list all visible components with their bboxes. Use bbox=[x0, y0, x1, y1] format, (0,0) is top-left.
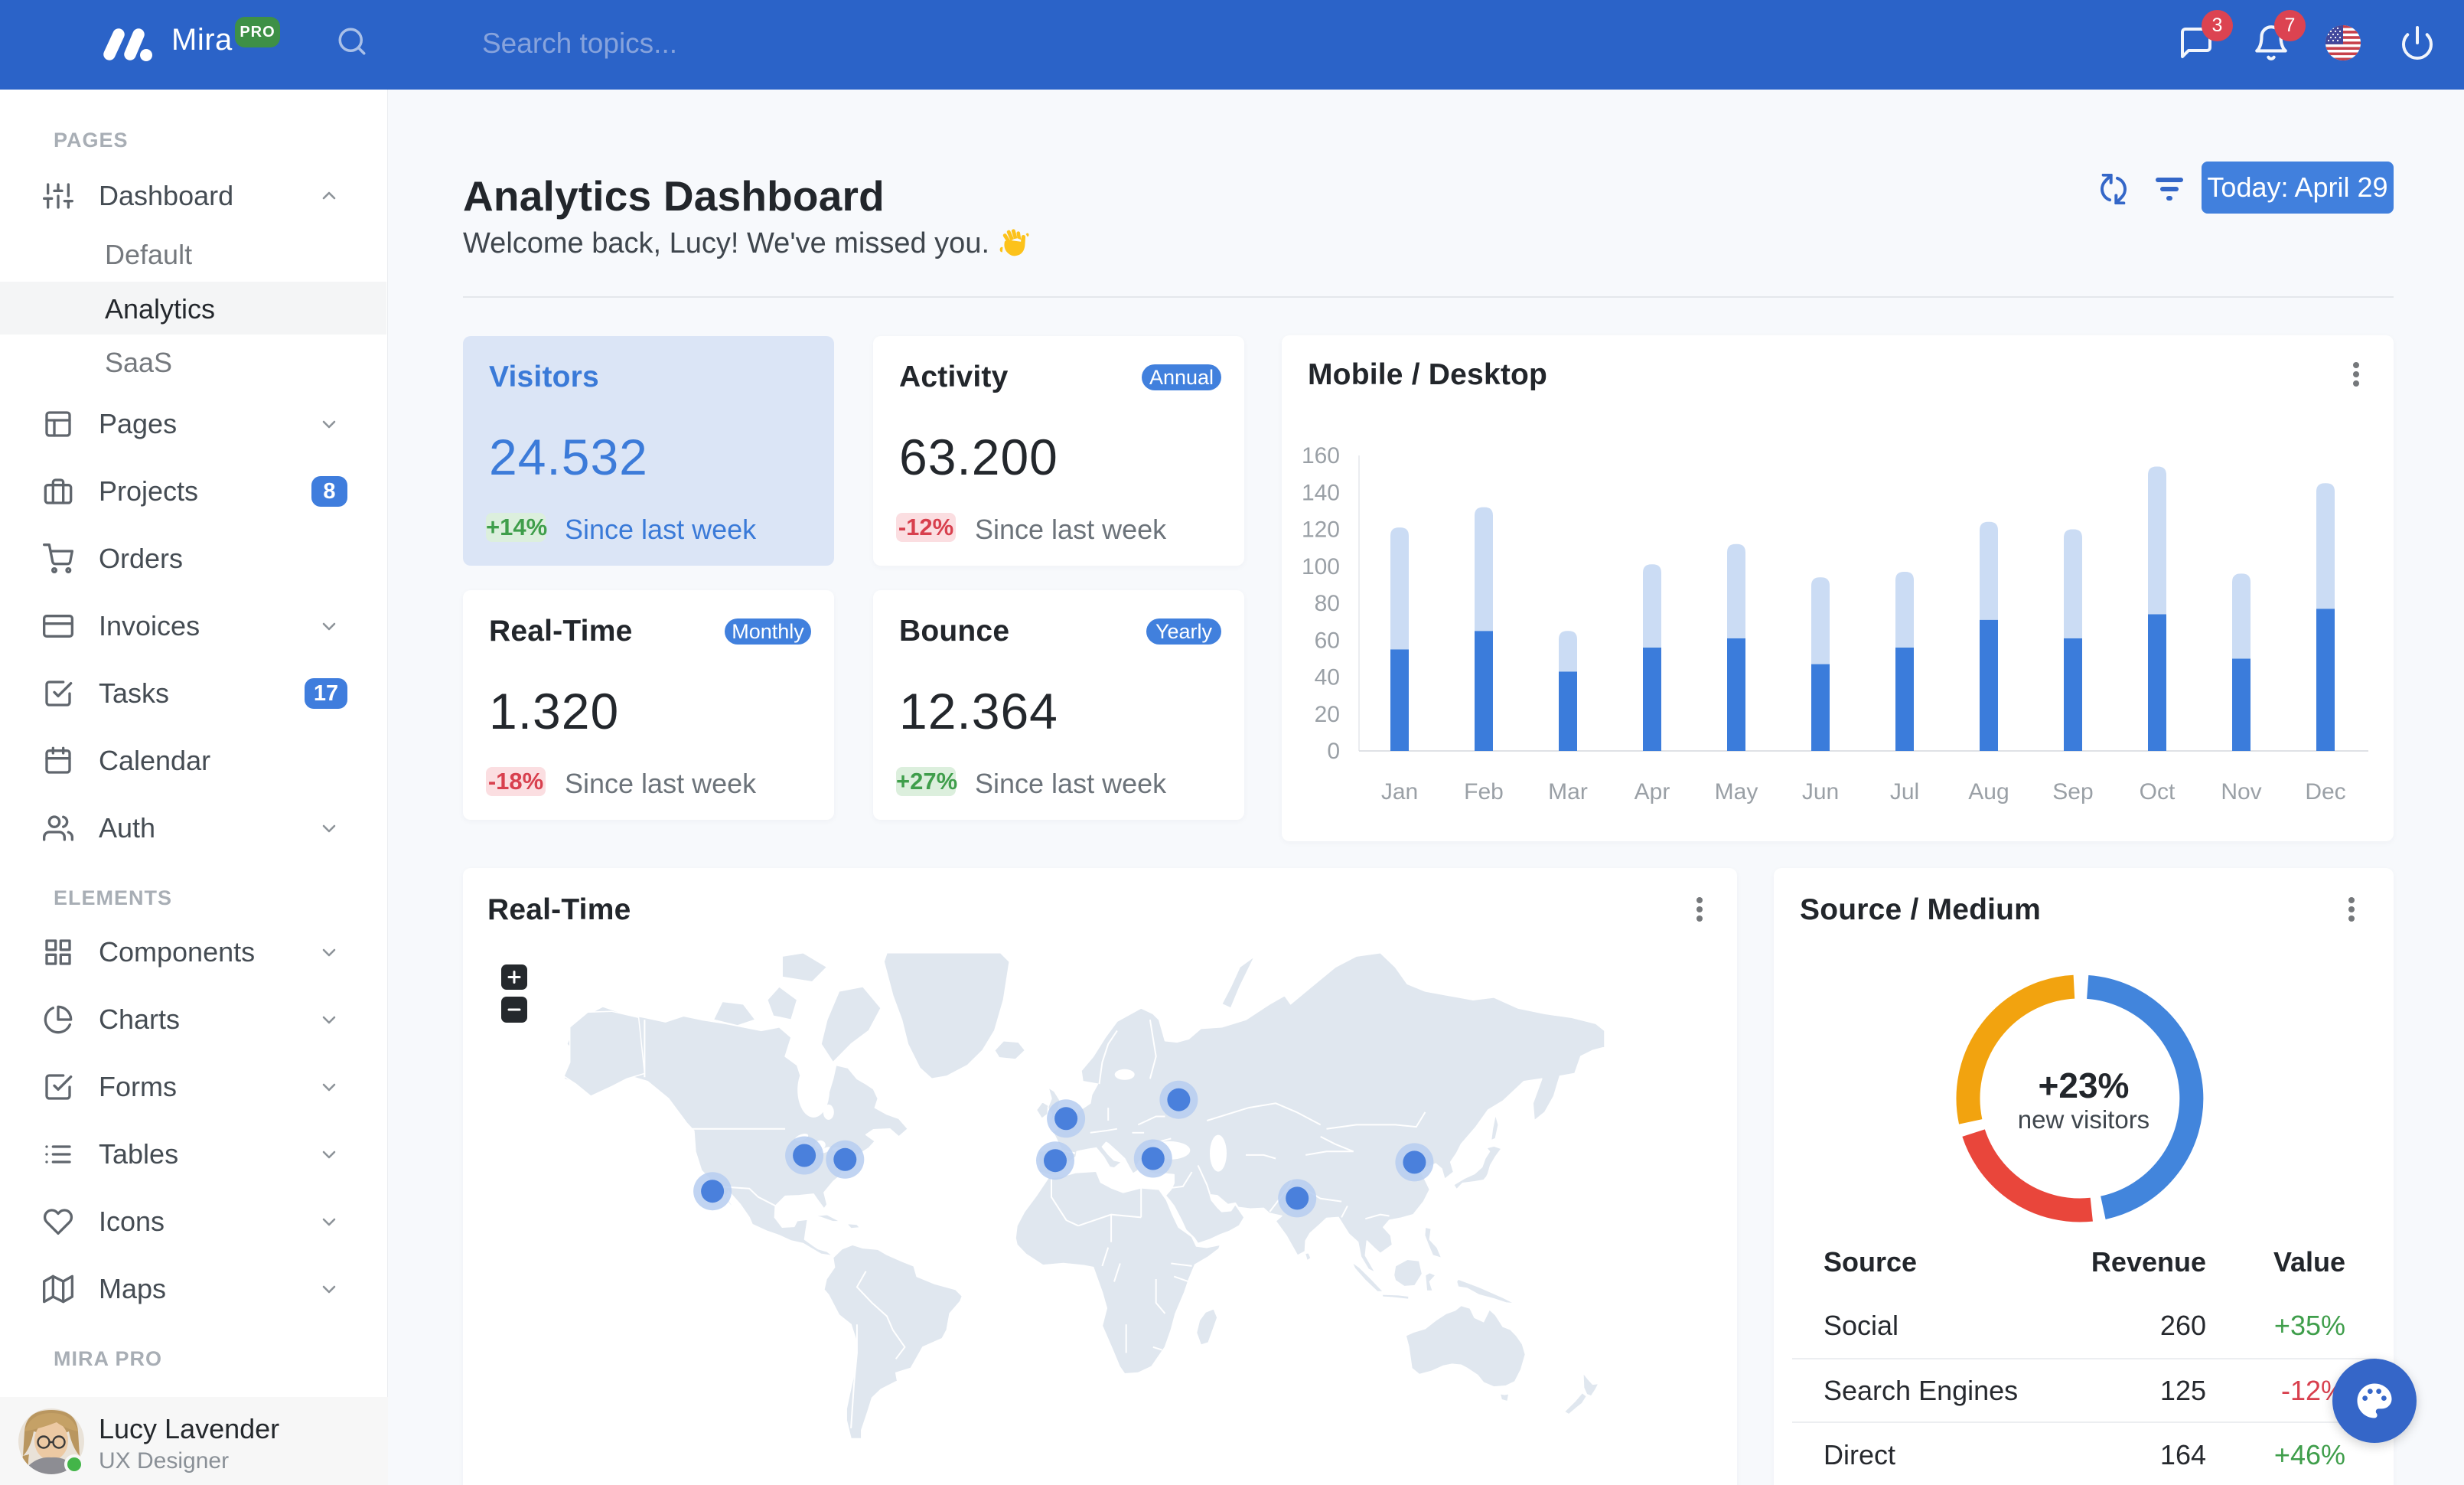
svg-text:Oct: Oct bbox=[2140, 779, 2176, 805]
svg-text:40: 40 bbox=[1315, 665, 1340, 690]
svg-text:80: 80 bbox=[1315, 591, 1340, 616]
svg-text:0: 0 bbox=[1327, 739, 1340, 764]
svg-text:Dec: Dec bbox=[2305, 779, 2345, 805]
svg-text:Jun: Jun bbox=[1802, 779, 1839, 805]
svg-text:Aug: Aug bbox=[1968, 779, 2009, 805]
svg-text:May: May bbox=[1715, 779, 1758, 805]
svg-text:Jan: Jan bbox=[1381, 779, 1418, 805]
svg-text:Jul: Jul bbox=[1890, 779, 1919, 805]
svg-text:Mar: Mar bbox=[1548, 779, 1588, 805]
svg-text:160: 160 bbox=[1302, 443, 1340, 468]
svg-text:100: 100 bbox=[1302, 554, 1340, 579]
svg-text:Feb: Feb bbox=[1464, 779, 1504, 805]
svg-text:120: 120 bbox=[1302, 517, 1340, 543]
svg-text:140: 140 bbox=[1302, 480, 1340, 505]
svg-text:Sep: Sep bbox=[2052, 779, 2093, 805]
svg-text:Nov: Nov bbox=[2221, 779, 2261, 805]
svg-text:60: 60 bbox=[1315, 628, 1340, 653]
svg-text:20: 20 bbox=[1315, 702, 1340, 727]
svg-text:Apr: Apr bbox=[1635, 779, 1670, 805]
